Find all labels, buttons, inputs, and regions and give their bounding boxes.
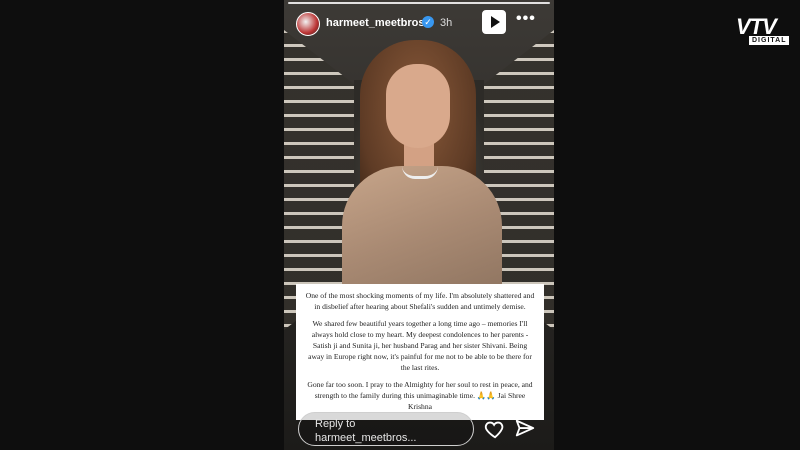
photo-dress: [342, 166, 502, 300]
send-icon[interactable]: [514, 418, 536, 440]
post-time: 3h: [440, 17, 453, 29]
username[interactable]: harmeet_meetbros: [326, 17, 424, 29]
reply-label: Reply to: [315, 418, 356, 430]
play-icon[interactable]: [482, 10, 506, 34]
logo-sub: DIGITAL: [749, 36, 790, 45]
photo-face: [386, 64, 450, 148]
card-paragraph-3: Gone far too soon. I pray to the Almight…: [307, 380, 533, 411]
story-header: harmeet_meetbros ✓ 3h •••: [284, 8, 554, 40]
heart-icon[interactable]: [484, 418, 506, 440]
card-paragraph-2: We shared few beautiful years together a…: [308, 319, 532, 372]
right-backdrop: [554, 0, 800, 450]
verified-badge-icon: ✓: [422, 16, 434, 28]
story-progress-bar: [288, 2, 550, 4]
reply-username: harmeet_meetbros...: [315, 432, 417, 444]
left-backdrop: [0, 0, 284, 450]
story-viewer[interactable]: harmeet_meetbros ✓ 3h ••• One of the mos…: [284, 0, 554, 450]
story-photo: [324, 38, 514, 300]
card-paragraph-1: One of the most shocking moments of my l…: [305, 291, 535, 311]
avatar[interactable]: [296, 12, 320, 36]
vtv-digital-logo: VTV DIGITAL: [736, 14, 792, 48]
more-icon[interactable]: •••: [516, 10, 536, 28]
reply-input[interactable]: Reply to harmeet_meetbros...: [298, 412, 474, 446]
condolence-text-card: One of the most shocking moments of my l…: [296, 284, 544, 420]
